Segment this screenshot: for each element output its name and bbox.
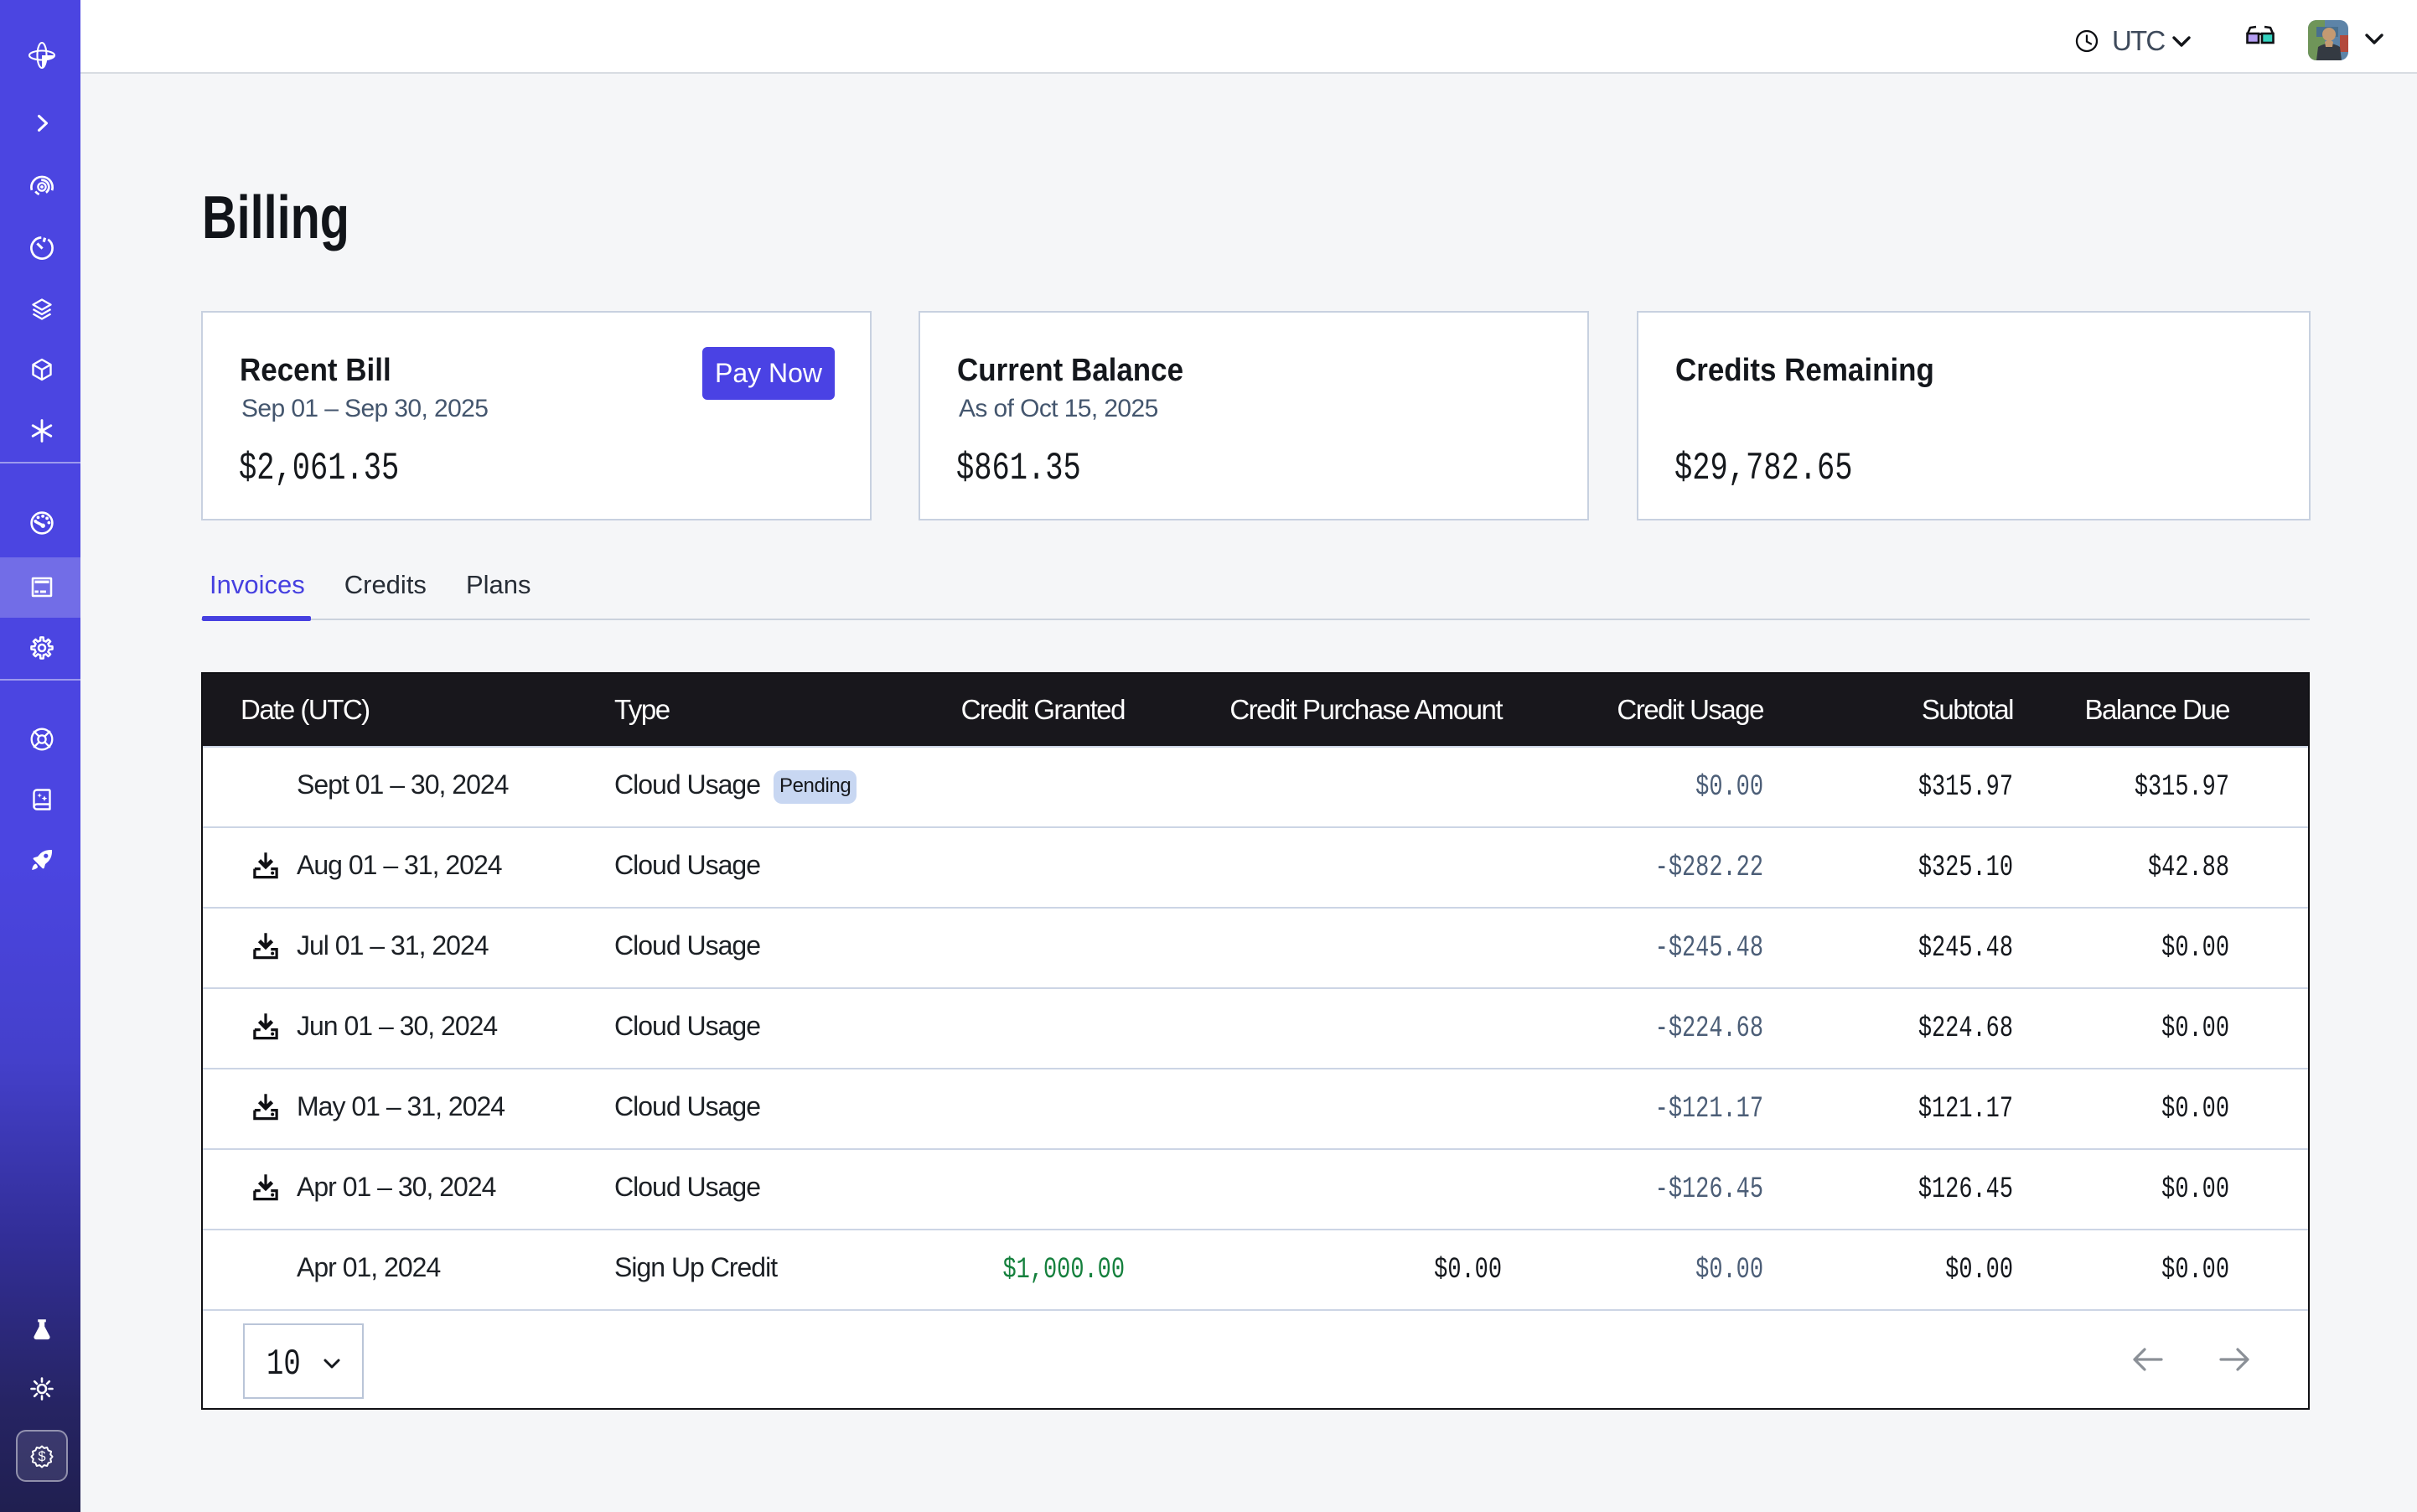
- svg-text:$: $: [38, 1449, 45, 1464]
